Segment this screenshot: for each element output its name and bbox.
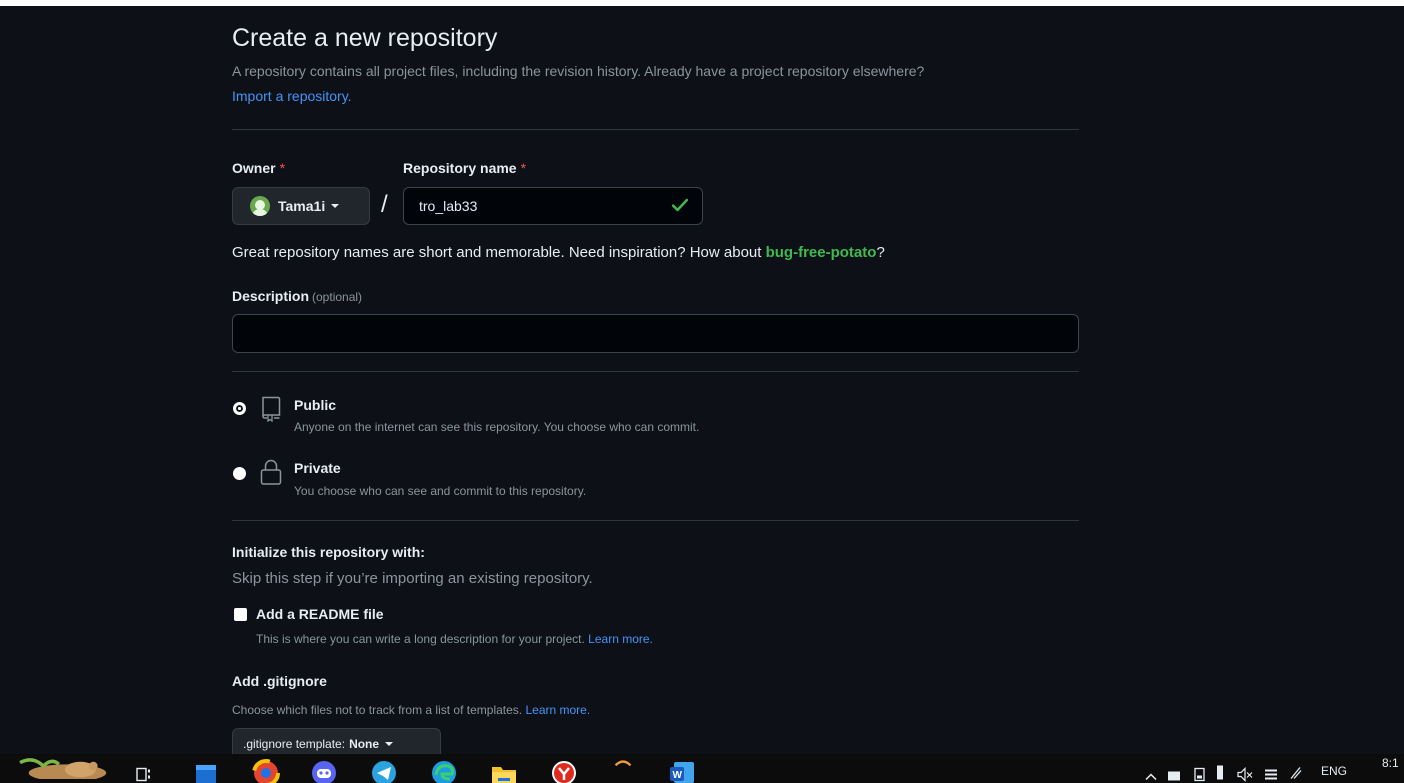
taskview-icon[interactable] <box>136 762 152 783</box>
wallpaper-thumbnail-icon <box>19 758 107 779</box>
avatar <box>250 196 270 216</box>
description-input[interactable] <box>232 314 1079 353</box>
readme-learn-more-link[interactable]: Learn more. <box>588 632 653 646</box>
private-option-desc: You choose who can see and commit to thi… <box>294 484 587 498</box>
init-section-title: Initialize this repository with: <box>232 544 425 560</box>
readme-desc: This is where you can write a long descr… <box>256 632 653 646</box>
display-icon[interactable] <box>1167 764 1181 783</box>
import-repository-link[interactable]: Import a repository. <box>232 88 352 104</box>
network-icon[interactable] <box>1262 762 1280 783</box>
public-option-desc: Anyone on the internet can see this repo… <box>294 420 700 434</box>
top-strip <box>0 0 1404 6</box>
repo-name-label: Repository name * <box>403 160 527 176</box>
owner-select-button[interactable]: Tama1i <box>232 187 370 225</box>
telegram-icon[interactable] <box>370 758 398 783</box>
edge-icon[interactable] <box>430 758 458 783</box>
repo-name-input[interactable] <box>403 187 703 225</box>
clock[interactable]: 8:1 <box>1382 756 1399 770</box>
gitignore-learn-more-link[interactable]: Learn more. <box>525 703 590 717</box>
description-label: Description (optional) <box>232 288 363 304</box>
word-icon[interactable]: W <box>668 758 696 783</box>
lock-icon <box>260 459 282 485</box>
owner-repo-separator: / <box>381 191 388 218</box>
yandex-icon[interactable] <box>550 758 578 783</box>
discord-icon[interactable] <box>310 758 338 783</box>
app-icon[interactable] <box>194 760 218 783</box>
caret-down-icon <box>385 742 394 746</box>
svg-text:W: W <box>673 770 683 781</box>
name-suggestion[interactable]: bug-free-potato <box>766 244 877 261</box>
public-option-title: Public <box>294 397 337 413</box>
gitignore-button-label: .gitignore template: <box>243 737 346 751</box>
init-section-subtitle: Skip this step if you’re importing an ex… <box>232 570 593 587</box>
browser-icon[interactable] <box>252 758 280 783</box>
gitignore-title: Add .gitignore <box>232 673 327 689</box>
taskbar: W ENG 8:1 <box>0 754 1404 783</box>
caret-down-icon <box>331 204 340 208</box>
public-radio[interactable] <box>233 402 246 415</box>
required-mark: * <box>520 160 527 176</box>
owner-name: Tama1i <box>278 198 326 214</box>
speaker-muted-icon[interactable] <box>1236 762 1254 783</box>
name-hint: Great repository names are short and mem… <box>232 244 885 261</box>
repo-icon <box>262 396 281 422</box>
language-indicator[interactable]: ENG <box>1321 764 1347 778</box>
device-icon[interactable] <box>1193 762 1207 783</box>
owner-label: Owner * <box>232 160 286 176</box>
gitignore-desc: Choose which files not to track from a l… <box>232 703 591 717</box>
private-option-title: Private <box>294 460 341 476</box>
divider <box>232 371 1079 372</box>
private-radio[interactable] <box>233 467 246 480</box>
pen-icon[interactable] <box>1288 760 1304 783</box>
readme-label[interactable]: Add a README file <box>256 606 384 622</box>
chevron-up-icon[interactable] <box>1144 764 1158 783</box>
page-title: Create a new repository <box>232 24 498 52</box>
readme-checkbox[interactable] <box>234 608 247 621</box>
battery-icon[interactable] <box>1214 760 1226 783</box>
folder-icon[interactable] <box>490 760 518 783</box>
check-icon <box>671 198 689 212</box>
app-icon-2[interactable] <box>612 756 634 781</box>
page-subtitle: A repository contains all project files,… <box>232 63 925 79</box>
divider <box>232 520 1079 521</box>
required-mark: * <box>279 160 286 176</box>
divider <box>232 129 1079 130</box>
optional-tag: (optional) <box>312 290 363 304</box>
gitignore-button-value: None <box>349 737 380 751</box>
